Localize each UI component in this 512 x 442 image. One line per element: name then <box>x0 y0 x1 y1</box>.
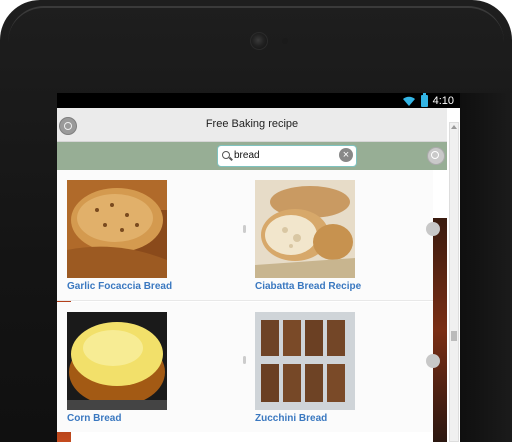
recipe-title[interactable]: Zucchini Bread <box>255 413 327 424</box>
recipe-thumbnail-zucchini[interactable] <box>255 312 355 410</box>
column-divider <box>243 356 246 364</box>
ciabatta-image <box>255 180 355 278</box>
recipe-card[interactable]: Garlic Focaccia Bread <box>57 170 245 301</box>
status-icons: 4:10 <box>402 93 454 107</box>
search-button[interactable] <box>427 147 445 165</box>
recipe-card[interactable]: Corn Bread <box>57 302 245 432</box>
recipe-title[interactable]: Ciabatta Bread Recipe <box>255 281 361 292</box>
search-bar: bread × <box>57 142 447 170</box>
column-divider <box>243 225 246 233</box>
scroll-up-icon[interactable] <box>451 125 457 129</box>
bezel-right <box>460 93 512 442</box>
search-query: bread <box>234 150 260 161</box>
clock: 4:10 <box>432 94 454 107</box>
recipe-thumbnail-ciabatta[interactable] <box>255 180 355 278</box>
status-bar: 4:10 <box>57 93 460 108</box>
focaccia-image <box>67 180 167 278</box>
background-image-right <box>433 218 447 442</box>
app-window: Free Baking recipe bread × Garlic Focacc… <box>57 108 460 442</box>
screen: 4:10 Free Baking recipe bread × Garlic F… <box>57 93 460 442</box>
scroll-handle[interactable] <box>426 354 440 368</box>
cornbread-image <box>67 312 167 410</box>
scrollbar[interactable] <box>449 122 459 442</box>
search-icon <box>222 151 230 159</box>
battery-icon <box>420 93 428 107</box>
recipe-title[interactable]: Corn Bread <box>67 413 121 424</box>
front-camera <box>250 32 268 50</box>
zucchini-bread-image <box>255 312 355 410</box>
page-title: Free Baking recipe <box>205 118 299 130</box>
light-sensor <box>282 38 288 44</box>
scrollbar-thumb[interactable] <box>451 331 457 341</box>
recipe-title[interactable]: Garlic Focaccia Bread <box>67 281 172 292</box>
wifi-icon <box>402 96 415 106</box>
recipe-card[interactable]: Zucchini Bread <box>245 302 433 432</box>
recipe-grid: Garlic Focaccia Bread Ciabatta Bread Rec… <box>57 170 440 442</box>
recipe-thumbnail-cornbread[interactable] <box>67 312 167 410</box>
clear-icon[interactable]: × <box>339 148 353 162</box>
recipe-thumbnail-focaccia[interactable] <box>67 180 167 278</box>
search-input[interactable]: bread × <box>217 145 357 167</box>
recipe-card[interactable]: Ciabatta Bread Recipe <box>245 170 433 301</box>
title-bar: Free Baking recipe <box>57 108 447 142</box>
scroll-handle[interactable] <box>426 222 440 236</box>
